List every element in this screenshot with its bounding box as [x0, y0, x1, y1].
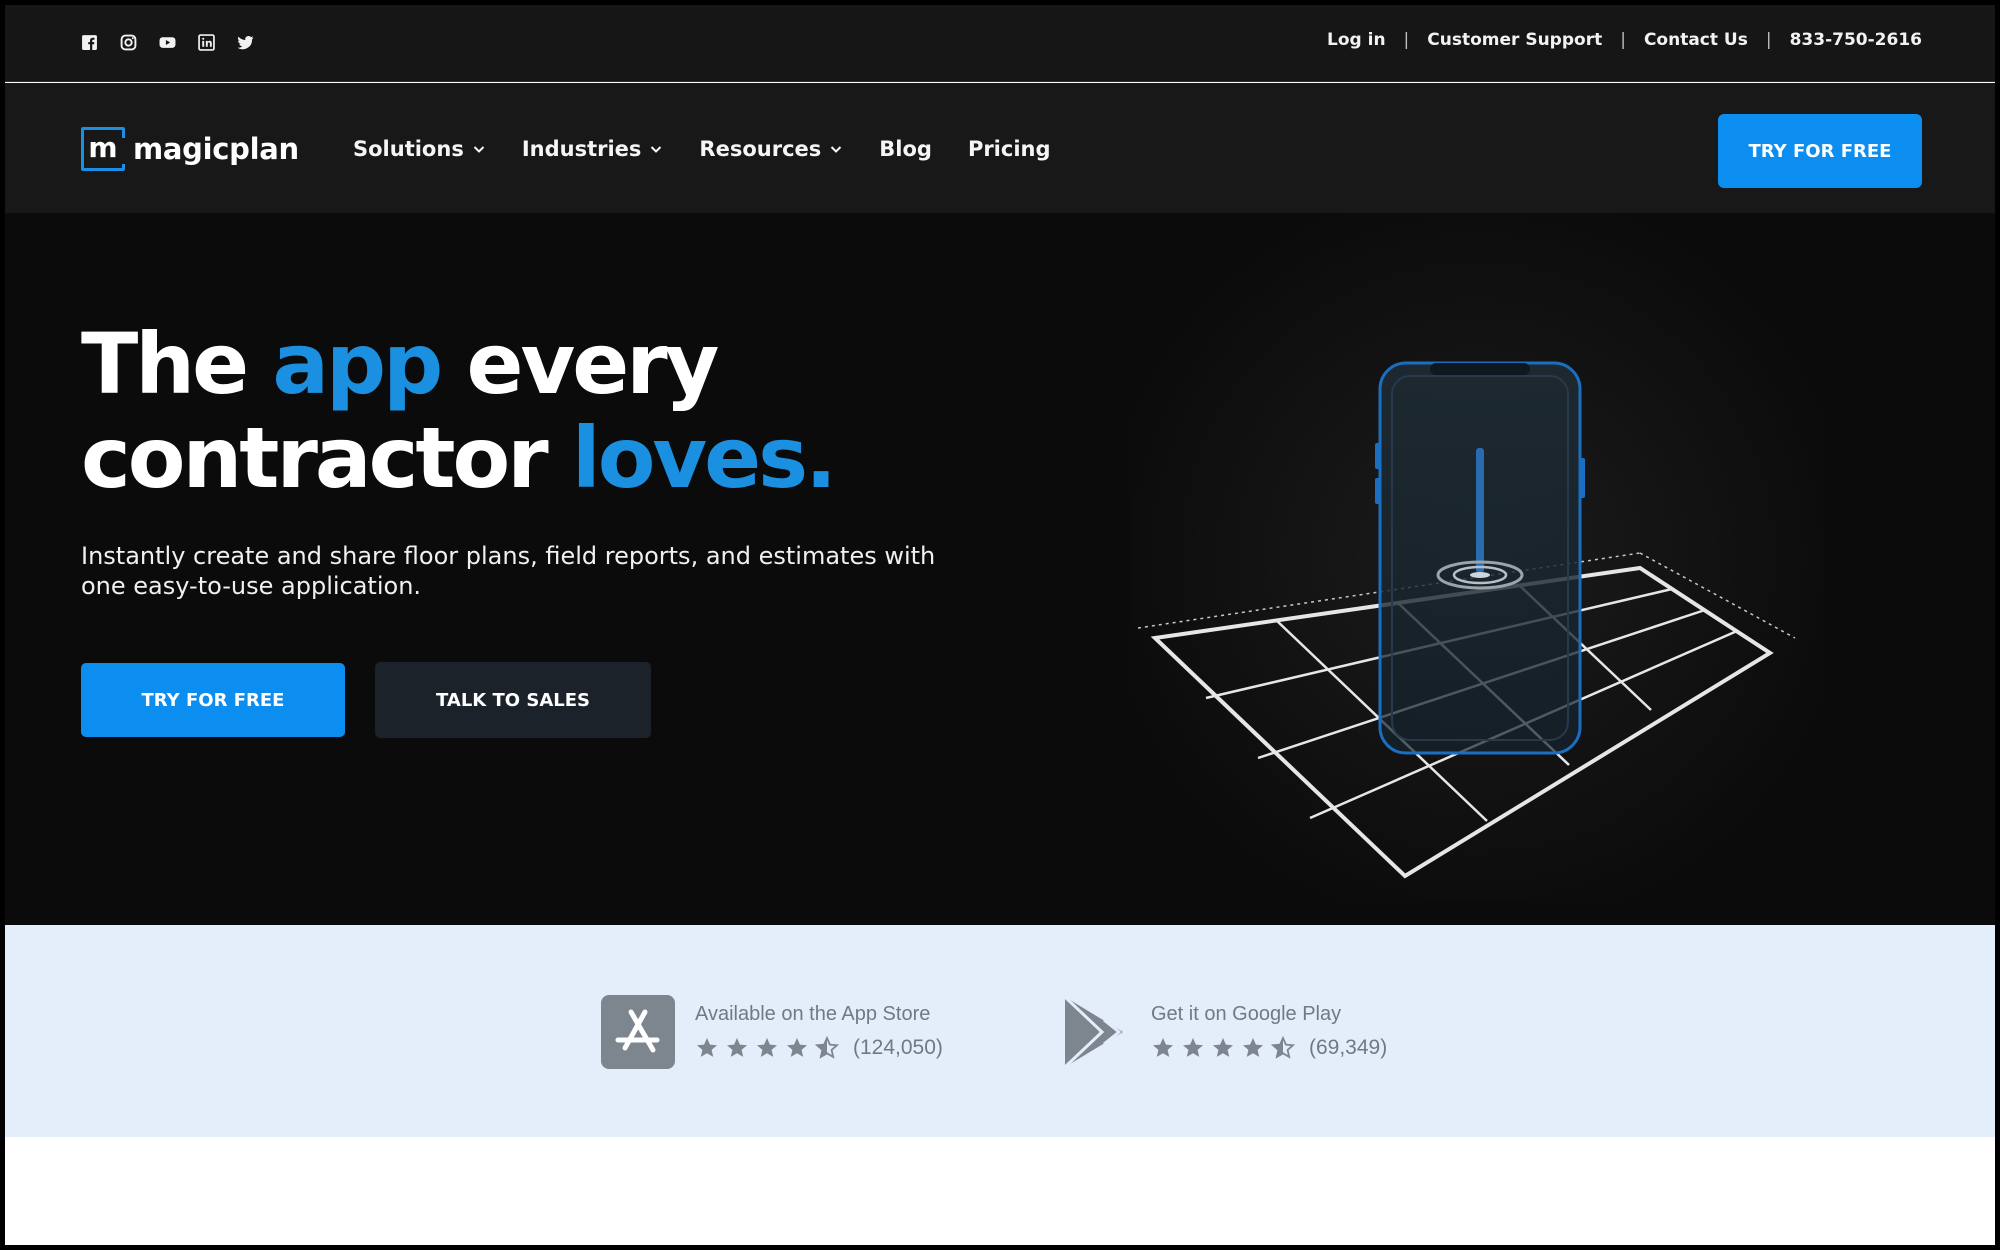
customer-support-link[interactable]: Customer Support	[1427, 30, 1602, 50]
headline-word: every	[466, 315, 720, 413]
app-store-icon	[601, 995, 675, 1069]
google-play-text: Get it on Google Play (69,349)	[1151, 995, 1387, 1060]
google-play-icon	[1063, 995, 1123, 1069]
app-store-band: Available on the App Store (124,050) Get…	[5, 925, 1995, 1137]
content-area	[5, 1137, 1995, 1245]
social-links	[81, 34, 254, 51]
app-store-text: Available on the App Store (124,050)	[695, 995, 943, 1060]
headline-word: The	[81, 315, 249, 413]
nav-item-solutions[interactable]: Solutions	[353, 137, 486, 161]
youtube-icon[interactable]	[159, 34, 176, 51]
half-star-icon	[815, 1036, 839, 1059]
google-play-badge[interactable]: Get it on Google Play (69,349)	[1057, 995, 1387, 1069]
headline-word: contractor	[81, 409, 549, 507]
star-icon	[787, 1038, 807, 1057]
logo-letter: m	[88, 130, 118, 164]
logo-text: magicplan	[133, 132, 299, 166]
star-icon	[1183, 1038, 1203, 1057]
separator: |	[1403, 30, 1410, 50]
hero-headline: The app every contractor loves.	[81, 315, 837, 507]
app-store-rating: (124,050)	[695, 1036, 943, 1060]
star-icon	[727, 1038, 747, 1057]
star-icon	[757, 1038, 777, 1057]
app-store-title: Available on the App Store	[695, 1003, 931, 1025]
nav-item-resources[interactable]: Resources	[699, 137, 843, 161]
logo[interactable]: m magicplan	[81, 127, 299, 171]
hero-talk-to-sales-button[interactable]: TALK TO SALES	[375, 662, 651, 738]
separator: |	[1765, 30, 1772, 50]
instagram-icon[interactable]	[120, 34, 137, 51]
chevron-down-icon	[651, 146, 662, 153]
star-icon	[1153, 1038, 1173, 1057]
nav-item-label: Industries	[521, 137, 642, 161]
half-star-icon	[1271, 1036, 1295, 1059]
nav-item-label: Blog	[879, 137, 932, 161]
google-play-rating: (69,349)	[1151, 1036, 1387, 1060]
utility-bar: Log in | Customer Support | Contact Us |…	[5, 5, 1995, 82]
page-frame: Log in | Customer Support | Contact Us |…	[5, 5, 1995, 1245]
nav-item-pricing[interactable]: Pricing	[968, 137, 1051, 161]
facebook-icon[interactable]	[81, 34, 98, 51]
headline-highlight: app	[272, 315, 443, 413]
headline-highlight: loves.	[571, 409, 837, 507]
nav-item-label: Resources	[699, 137, 822, 161]
chevron-down-icon	[831, 146, 842, 153]
twitter-icon[interactable]	[237, 34, 254, 51]
contact-us-link[interactable]: Contact Us	[1644, 30, 1748, 50]
star-icon	[1243, 1038, 1263, 1057]
nav-item-blog[interactable]: Blog	[879, 137, 932, 161]
hero-section: The app every contractor loves. Instantl…	[5, 213, 1995, 925]
nav-item-industries[interactable]: Industries	[522, 137, 664, 161]
phone-floor-plan-illustration	[1130, 213, 1825, 903]
google-play-review-count: (69,349)	[1309, 1036, 1388, 1059]
phone-link[interactable]: 833-750-2616	[1790, 30, 1922, 50]
star-icon	[697, 1038, 717, 1057]
app-store-badge[interactable]: Available on the App Store (124,050)	[601, 995, 943, 1069]
star-icon	[1213, 1038, 1233, 1057]
nav-item-label: Solutions	[353, 137, 464, 161]
nav-menu: Solutions Industries Resources Blog Pric…	[353, 137, 1087, 161]
nav-try-for-free-button[interactable]: TRY FOR FREE	[1718, 114, 1922, 188]
app-store-review-count: (124,050)	[853, 1036, 943, 1059]
google-play-title: Get it on Google Play	[1151, 1003, 1342, 1025]
linkedin-icon[interactable]	[198, 34, 215, 51]
logo-mark: m	[81, 127, 125, 171]
hero-subhead: Instantly create and share floor plans, …	[81, 542, 936, 600]
hero-try-for-free-button[interactable]: TRY FOR FREE	[81, 663, 345, 737]
separator: |	[1620, 30, 1626, 50]
nav-item-label: Pricing	[967, 137, 1051, 161]
login-link[interactable]: Log in	[1327, 30, 1386, 50]
utility-links: Log in | Customer Support | Contact Us |…	[1327, 30, 1922, 50]
chevron-down-icon	[473, 146, 485, 153]
main-nav: m magicplan Solutions Industries Resourc…	[5, 83, 1995, 213]
